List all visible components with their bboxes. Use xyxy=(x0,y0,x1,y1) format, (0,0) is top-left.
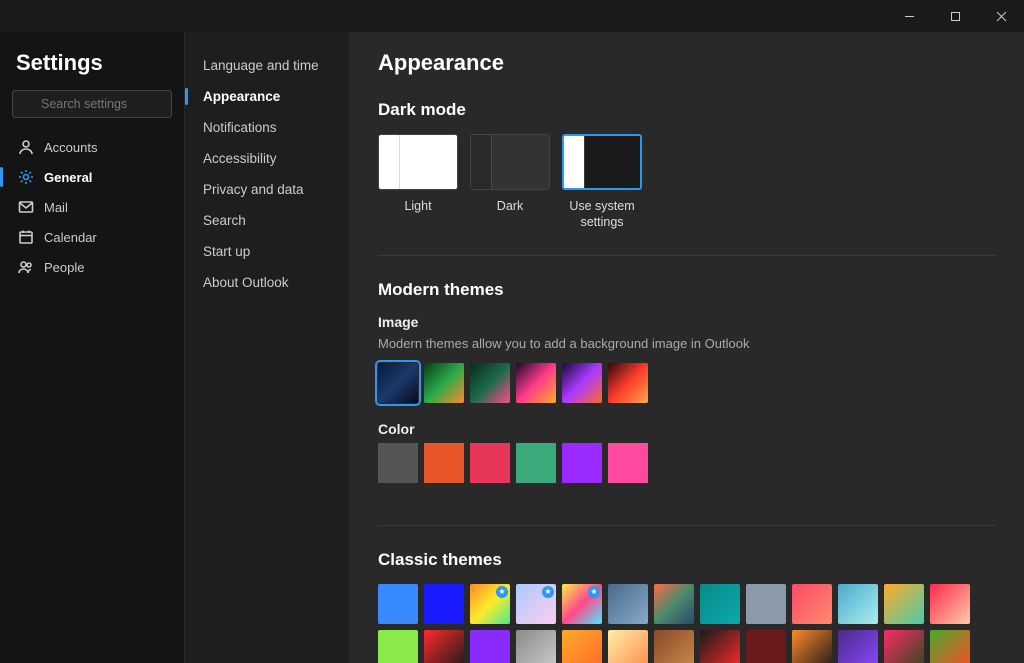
nav1-item-mail[interactable]: Mail xyxy=(12,192,172,222)
classic-theme-0[interactable] xyxy=(378,584,418,624)
classic-theme-1[interactable] xyxy=(424,584,464,624)
classic-theme-15[interactable] xyxy=(470,630,510,663)
window-titlebar xyxy=(0,0,1024,32)
classic-theme-21[interactable] xyxy=(746,630,786,663)
nav2-item-privacy-and-data[interactable]: Privacy and data xyxy=(185,174,349,205)
mail-icon xyxy=(18,199,34,215)
classic-theme-22[interactable] xyxy=(792,630,832,663)
theme-color-0[interactable] xyxy=(378,443,418,483)
star-badge-icon: ★ xyxy=(588,586,600,598)
dark-mode-option-light[interactable]: Light xyxy=(378,134,458,231)
search-input[interactable] xyxy=(12,90,172,118)
person-icon xyxy=(18,139,34,155)
classic-theme-3[interactable]: ★ xyxy=(516,584,556,624)
classic-themes-heading: Classic themes xyxy=(378,550,996,570)
classic-theme-2[interactable]: ★ xyxy=(470,584,510,624)
dark-mode-option-dark[interactable]: Dark xyxy=(470,134,550,231)
nav1-item-people[interactable]: People xyxy=(12,252,172,282)
mode-preview xyxy=(562,134,642,190)
classic-theme-9[interactable] xyxy=(792,584,832,624)
theme-image-planets[interactable] xyxy=(562,363,602,403)
nav1-label: General xyxy=(44,170,92,185)
page-heading: Appearance xyxy=(378,50,996,76)
settings-title: Settings xyxy=(12,42,172,90)
theme-image-aurora[interactable] xyxy=(470,363,510,403)
classic-theme-14[interactable] xyxy=(424,630,464,663)
nav1-item-accounts[interactable]: Accounts xyxy=(12,132,172,162)
classic-theme-20[interactable] xyxy=(700,630,740,663)
window-minimize-button[interactable] xyxy=(886,0,932,32)
nav2-item-notifications[interactable]: Notifications xyxy=(185,112,349,143)
classic-theme-11[interactable] xyxy=(884,584,924,624)
theme-image-wave-dark[interactable] xyxy=(378,363,418,403)
mode-label: Use system settings xyxy=(562,198,642,231)
theme-color-2[interactable] xyxy=(470,443,510,483)
classic-theme-5[interactable] xyxy=(608,584,648,624)
dark-mode-heading: Dark mode xyxy=(378,100,996,120)
window-close-button[interactable] xyxy=(978,0,1024,32)
content-pane: Appearance Dark mode Light Dark Use system… xyxy=(350,32,1024,663)
nav2-item-about-outlook[interactable]: About Outlook xyxy=(185,267,349,298)
modern-themes-heading: Modern themes xyxy=(378,280,996,300)
theme-image-swirl[interactable] xyxy=(516,363,556,403)
star-badge-icon: ★ xyxy=(542,586,554,598)
classic-theme-12[interactable] xyxy=(930,584,970,624)
nav1-item-calendar[interactable]: Calendar xyxy=(12,222,172,252)
image-description: Modern themes allow you to add a backgro… xyxy=(378,336,996,351)
nav1-label: Accounts xyxy=(44,140,97,155)
nav1-label: People xyxy=(44,260,84,275)
mode-preview xyxy=(470,134,550,190)
classic-theme-16[interactable] xyxy=(516,630,556,663)
classic-theme-7[interactable] xyxy=(700,584,740,624)
theme-image-abstract-red[interactable] xyxy=(608,363,648,403)
nav2-item-language-and-time[interactable]: Language and time xyxy=(185,50,349,81)
classic-theme-8[interactable] xyxy=(746,584,786,624)
classic-theme-17[interactable] xyxy=(562,630,602,663)
classic-themes-section: Classic themes ★ ★ ★ xyxy=(378,550,996,663)
classic-theme-13[interactable] xyxy=(378,630,418,663)
classic-theme-25[interactable] xyxy=(930,630,970,663)
mode-preview xyxy=(378,134,458,190)
theme-color-5[interactable] xyxy=(608,443,648,483)
dark-mode-option-use-system-settings[interactable]: Use system settings xyxy=(562,134,642,231)
classic-theme-4[interactable]: ★ xyxy=(562,584,602,624)
nav2-item-appearance[interactable]: Appearance xyxy=(185,81,349,112)
calendar-icon xyxy=(18,229,34,245)
image-label: Image xyxy=(378,314,996,330)
theme-color-4[interactable] xyxy=(562,443,602,483)
sidebar-secondary: Language and timeAppearanceNotifications… xyxy=(185,32,350,663)
classic-theme-18[interactable] xyxy=(608,630,648,663)
classic-theme-24[interactable] xyxy=(884,630,924,663)
nav2-item-start-up[interactable]: Start up xyxy=(185,236,349,267)
star-badge-icon: ★ xyxy=(496,586,508,598)
nav2-item-search[interactable]: Search xyxy=(185,205,349,236)
classic-theme-6[interactable] xyxy=(654,584,694,624)
sidebar-primary: Settings Accounts General Mail Calendar Peop… xyxy=(0,32,185,663)
theme-color-1[interactable] xyxy=(424,443,464,483)
mode-label: Light xyxy=(404,198,431,214)
nav1-label: Mail xyxy=(44,200,68,215)
nav2-item-accessibility[interactable]: Accessibility xyxy=(185,143,349,174)
classic-theme-23[interactable] xyxy=(838,630,878,663)
theme-color-3[interactable] xyxy=(516,443,556,483)
classic-theme-19[interactable] xyxy=(654,630,694,663)
nav1-label: Calendar xyxy=(44,230,97,245)
modern-themes-section: Modern themes Image Modern themes allow … xyxy=(378,280,996,526)
theme-image-ribbon-green[interactable] xyxy=(424,363,464,403)
dark-mode-section: Dark mode Light Dark Use system settings xyxy=(378,100,996,256)
gear-icon xyxy=(18,169,34,185)
classic-theme-10[interactable] xyxy=(838,584,878,624)
window-maximize-button[interactable] xyxy=(932,0,978,32)
color-label: Color xyxy=(378,421,996,437)
mode-label: Dark xyxy=(497,198,523,214)
nav1-item-general[interactable]: General xyxy=(12,162,172,192)
people-icon xyxy=(18,259,34,275)
